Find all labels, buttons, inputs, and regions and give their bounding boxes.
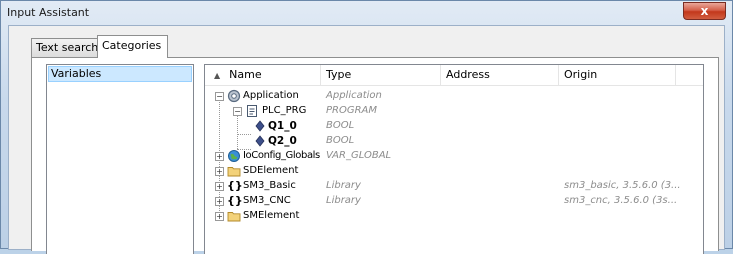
row-name: Application [243, 90, 299, 101]
category-item-variables[interactable]: Variables [48, 66, 192, 82]
collapse-icon[interactable]: − [215, 92, 224, 101]
column-header-origin[interactable]: Origin [559, 65, 676, 85]
row-name: Q1_0 [268, 120, 297, 132]
column-header-name[interactable]: ▲ Name [205, 65, 321, 85]
title-bar[interactable]: Input Assistant x [1, 1, 732, 25]
dialog-client-area: Text search Categories Variables ▲ Name T… [8, 25, 725, 254]
tree-row-q2-0[interactable]: Q2_0 BOOL [205, 134, 703, 149]
row-type: BOOL [326, 120, 355, 131]
row-origin: sm3_basic, 3.5.6.0 (3... [564, 180, 681, 191]
row-name: SM3_Basic [243, 180, 296, 191]
tree-row-sdelement[interactable]: + SDElement [205, 164, 703, 179]
tree-row-ioconfig-globals[interactable]: + IoConfig_Globals VAR_GLOBAL [205, 149, 703, 164]
tree-row-smelement[interactable]: + SMElement [205, 209, 703, 224]
row-type: VAR_GLOBAL [326, 150, 392, 161]
globe-icon [228, 150, 240, 162]
row-type: Library [326, 195, 361, 206]
row-type: PROGRAM [326, 105, 378, 116]
input-assistant-window: Input Assistant x Text search Categories… [0, 0, 733, 254]
folder-icon [227, 167, 241, 177]
row-name: SM3_CNC [243, 195, 291, 206]
tree-header: ▲ Name Type Address Origin [205, 65, 703, 86]
expand-icon[interactable]: + [215, 152, 224, 161]
tab-categories[interactable]: Categories [97, 35, 168, 58]
tree-row-sm3-basic[interactable]: + {} SM3_Basic Library sm3_basic, 3.5.6.… [205, 179, 703, 194]
tree-row-application[interactable]: − Application Application [205, 89, 703, 104]
row-origin: sm3_cnc, 3.5.6.0 (3s... [564, 195, 678, 206]
collapse-icon[interactable]: − [233, 107, 242, 116]
expand-icon[interactable]: + [215, 182, 224, 191]
library-braces-icon: {} [227, 179, 243, 192]
folder-icon [227, 212, 241, 222]
row-type: Application [326, 90, 382, 101]
expand-icon[interactable]: + [215, 197, 224, 206]
window-title: Input Assistant [7, 6, 90, 19]
variables-tree[interactable]: ▲ Name Type Address Origin − Application… [204, 64, 704, 254]
tab-text-search[interactable]: Text search [31, 38, 98, 57]
row-name: PLC_PRG [262, 105, 307, 116]
variable-diamond-icon [255, 120, 265, 132]
program-document-icon [247, 105, 257, 117]
sort-ascending-icon: ▲ [214, 71, 221, 80]
tree-row-q1-0[interactable]: Q1_0 BOOL [205, 119, 703, 134]
column-header-name-label: Name [229, 68, 262, 81]
tree-row-sm3-cnc[interactable]: + {} SM3_CNC Library sm3_cnc, 3.5.6.0 (3… [205, 194, 703, 209]
variable-diamond-icon [255, 135, 265, 147]
close-icon: x [700, 4, 709, 18]
tree-row-plc-prg[interactable]: − PLC_PRG PROGRAM [205, 104, 703, 119]
row-type: BOOL [326, 135, 355, 146]
row-type: Library [326, 180, 361, 191]
column-header-address[interactable]: Address [441, 65, 559, 85]
categories-panel: Variables ▲ Name Type Address Origin − A… [31, 57, 719, 254]
expand-icon[interactable]: + [215, 167, 224, 176]
expand-icon[interactable]: + [215, 212, 224, 221]
close-button[interactable]: x [683, 2, 726, 20]
row-name: IoConfig_Globals [243, 150, 320, 161]
row-name: SMElement [243, 210, 300, 221]
application-gear-icon [227, 89, 241, 103]
column-header-type[interactable]: Type [321, 65, 441, 85]
row-name: SDElement [243, 165, 299, 176]
category-list[interactable]: Variables [46, 64, 194, 254]
library-braces-icon: {} [227, 194, 243, 207]
row-name: Q2_0 [268, 135, 297, 147]
